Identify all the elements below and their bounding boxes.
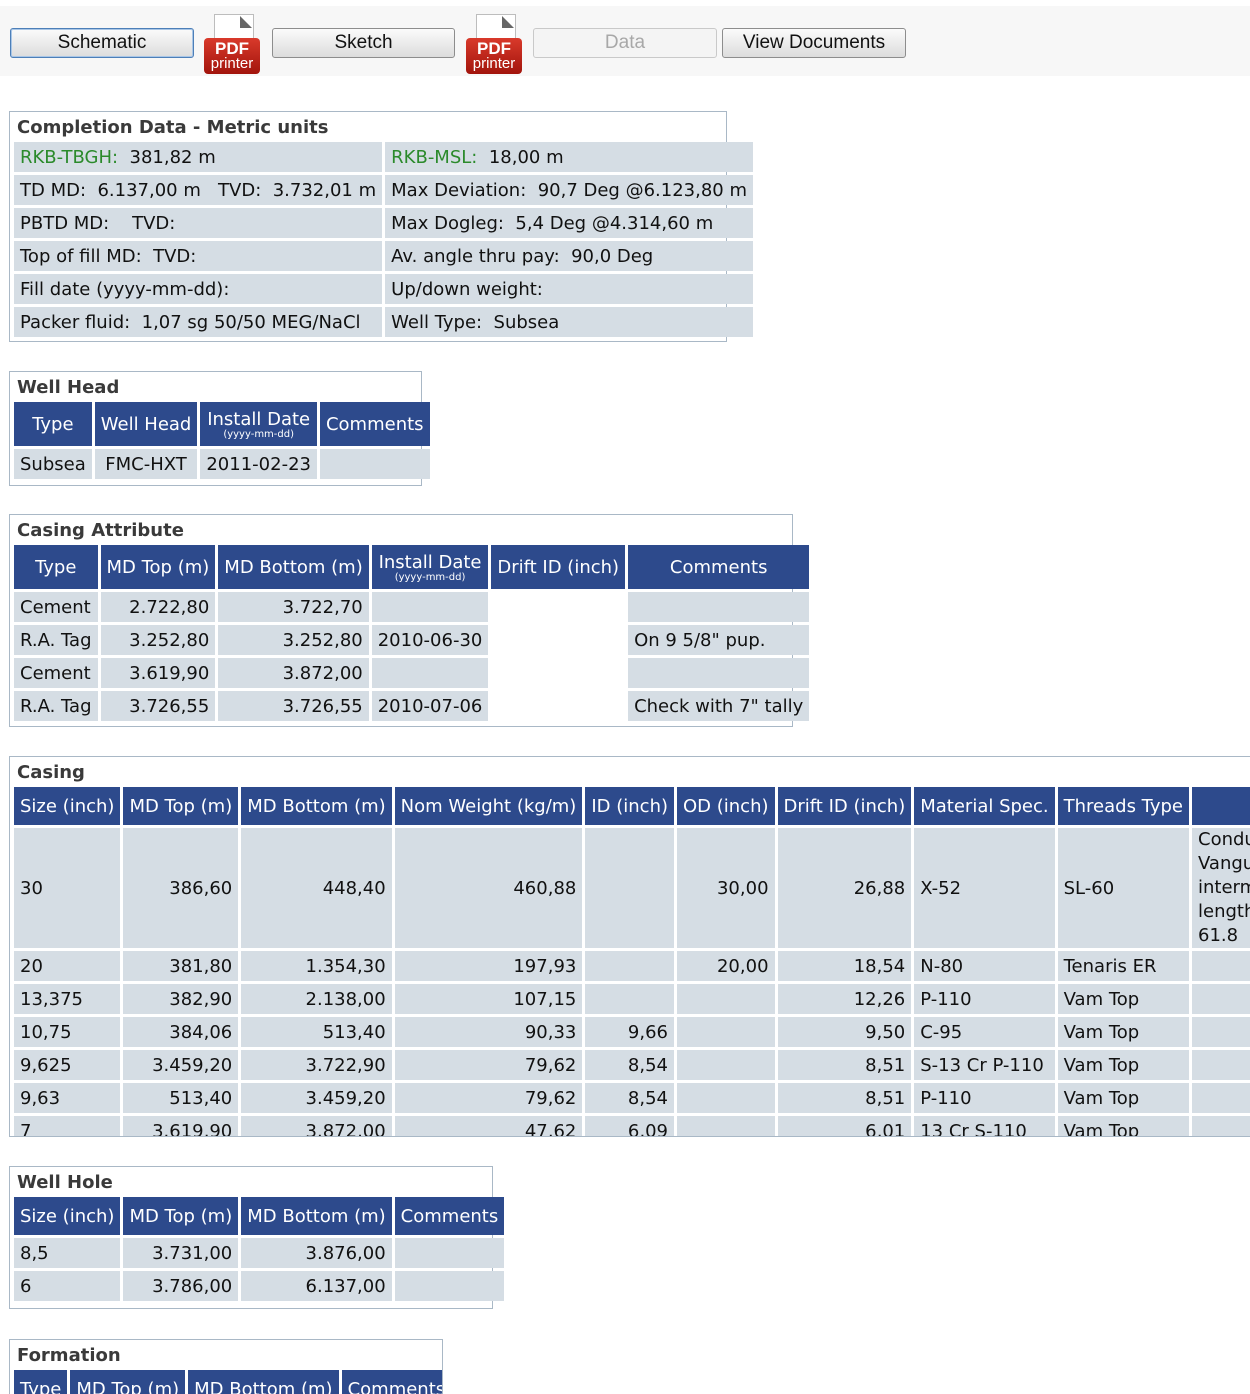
col-type: Type	[14, 1370, 68, 1394]
table-row: Subsea FMC-HXT 2011-02-23	[14, 449, 430, 479]
col-md-top: MD Top (m)	[123, 1197, 239, 1235]
table-row: R.A. Tag 3.726,55 3.726,55 2010-07-06 Ch…	[14, 691, 810, 721]
table-row: 9,63 513,40 3.459,20 79,62 8,54 8,51 P-1…	[14, 1083, 1250, 1113]
casing-table: Size (inch) MD Top (m) MD Bottom (m) Nom…	[11, 784, 1250, 1136]
rkb-msl-label: RKB-MSL:	[391, 146, 478, 168]
completion-cell: Top of fill MD: TVD:	[14, 241, 383, 271]
col-well-head: Well Head	[94, 402, 198, 446]
col-comments: Comments	[341, 1370, 442, 1394]
col-od: OD (inch)	[677, 787, 775, 825]
col-comments	[1192, 787, 1250, 825]
table-row: Cement 3.619,90 3.872,00	[14, 658, 810, 688]
well-hole-table: Size (inch) MD Top (m) MD Bottom (m) Com…	[11, 1194, 507, 1304]
completion-cell: Up/down weight:	[385, 274, 753, 304]
table-row: 7 3.619,90 3.872,00 47,62 6,09 6,01 13 C…	[14, 1116, 1250, 1136]
panel-title: Casing	[17, 762, 85, 783]
table-row: R.A. Tag 3.252,80 3.252,80 2010-06-30 On…	[14, 625, 810, 655]
printer-label: printer	[472, 55, 516, 72]
panel-title: Well Head	[17, 377, 120, 398]
printer-label: printer	[210, 55, 254, 72]
table-header-row: Size (inch) MD Top (m) MD Bottom (m) Nom…	[14, 787, 1250, 825]
col-md-top: MD Top (m)	[100, 545, 216, 589]
col-type: Type	[14, 545, 98, 589]
table-row: 8,5 3.731,00 3.876,00	[14, 1238, 505, 1268]
completion-cell: Max Deviation: 90,7 Deg @6.123,80 m	[385, 175, 753, 205]
table-header-row: Type Well Head Install Date (yyyy-mm-dd) …	[14, 402, 430, 446]
col-md-top: MD Top (m)	[70, 1370, 186, 1394]
data-button[interactable]: Data	[533, 28, 717, 58]
casing-attribute-table: Type MD Top (m) MD Bottom (m) Install Da…	[11, 542, 812, 724]
completion-cell: Well Type: Subsea	[385, 307, 753, 337]
col-threads-type: Threads Type	[1057, 787, 1190, 825]
col-id: ID (inch)	[585, 787, 674, 825]
sketch-button[interactable]: Sketch	[272, 28, 455, 58]
table-header-row: Type MD Top (m) MD Bottom (m) Install Da…	[14, 545, 810, 589]
completion-cell: Fill date (yyyy-mm-dd):	[14, 274, 383, 304]
col-md-bottom: MD Bottom (m)	[218, 545, 369, 589]
col-drift-id: Drift ID (inch)	[491, 545, 626, 589]
casing-attribute-panel: Casing Attribute Type MD Top (m) MD Bott…	[9, 514, 810, 727]
completion-cell: Av. angle thru pay: 90,0 Deg	[385, 241, 753, 271]
pdf-label: PDF	[477, 39, 511, 58]
completion-data-panel: Completion Data - Metric units RKB-TBGH:…	[9, 111, 753, 342]
pdf-label: PDF	[215, 39, 249, 58]
table-row: 20 381,80 1.354,30 197,93 20,00 18,54 N-…	[14, 951, 1250, 981]
well-head-panel: Well Head Type Well Head Install Date (yy…	[9, 371, 430, 486]
table-row: TD MD: 6.137,00 m TVD: 3.732,01 m Max De…	[14, 175, 753, 205]
col-install-date: Install Date (yyyy-mm-dd)	[371, 545, 489, 589]
col-comments: Comments	[319, 402, 430, 446]
panel-title: Completion Data - Metric units	[17, 117, 329, 138]
table-row: PBTD MD: TVD: Max Dogleg: 5,4 Deg @4.314…	[14, 208, 753, 238]
col-md-bottom: MD Bottom (m)	[241, 787, 392, 825]
rkb-msl-value: 18,00 m	[488, 146, 564, 168]
table-row: Fill date (yyyy-mm-dd): Up/down weight:	[14, 274, 753, 304]
panel-title: Formation	[17, 1345, 121, 1366]
col-material-spec: Material Spec.	[914, 787, 1055, 825]
table-row: Top of fill MD: TVD: Av. angle thru pay:…	[14, 241, 753, 271]
completion-cell: Packer fluid: 1,07 sg 50/50 MEG/NaCl	[14, 307, 383, 337]
col-install-date: Install Date (yyyy-mm-dd)	[200, 402, 317, 446]
table-row: RKB-TBGH: 381,82 m RKB-MSL: 18,00 m	[14, 142, 753, 172]
completion-cell: Max Dogleg: 5,4 Deg @4.314,60 m	[385, 208, 753, 238]
rkb-tbgh-value: 381,82 m	[129, 146, 216, 168]
table-row: 9,625 3.459,20 3.722,90 79,62 8,54 8,51 …	[14, 1050, 1250, 1080]
col-md-bottom: MD Bottom (m)	[241, 1197, 392, 1235]
col-comments: Comments	[628, 545, 810, 589]
rkb-tbgh-label: RKB-TBGH:	[20, 146, 119, 168]
table-row: Packer fluid: 1,07 sg 50/50 MEG/NaCl Wel…	[14, 307, 753, 337]
col-md-top: MD Top (m)	[123, 787, 239, 825]
view-documents-button[interactable]: View Documents	[722, 28, 906, 58]
panel-title: Well Hole	[17, 1172, 113, 1193]
completion-cell: PBTD MD: TVD:	[14, 208, 383, 238]
well-head-table: Type Well Head Install Date (yyyy-mm-dd) …	[11, 399, 433, 482]
table-row: 30 386,60 448,40 460,88 30,00 26,88 X-52…	[14, 828, 1250, 948]
col-size: Size (inch)	[14, 787, 121, 825]
table-header-row: Size (inch) MD Top (m) MD Bottom (m) Com…	[14, 1197, 505, 1235]
formation-panel: Formation Type MD Top (m) MD Bottom (m) …	[9, 1339, 443, 1394]
well-hole-panel: Well Hole Size (inch) MD Top (m) MD Bott…	[9, 1166, 505, 1309]
col-comments: Comments	[394, 1197, 505, 1235]
pdf-printer-schematic-icon[interactable]: PDF printer	[204, 14, 262, 74]
table-row: Cement 2.722,80 3.722,70	[14, 592, 810, 622]
table-header-row: Type MD Top (m) MD Bottom (m) Comments	[14, 1370, 442, 1394]
pdf-printer-sketch-icon[interactable]: PDF printer	[466, 14, 524, 74]
completion-table: RKB-TBGH: 381,82 m RKB-MSL: 18,00 m TD M…	[11, 139, 756, 340]
table-row: 6 3.786,00 6.137,00	[14, 1271, 505, 1301]
formation-table: Type MD Top (m) MD Bottom (m) Comments	[11, 1367, 442, 1394]
casing-panel: Casing Size (inch) MD Top (m) MD Bottom …	[9, 756, 1250, 1137]
col-drift-id: Drift ID (inch)	[777, 787, 912, 825]
toolbar: Schematic PDF printer Sketch PDF printer…	[0, 6, 1250, 76]
col-size: Size (inch)	[14, 1197, 121, 1235]
table-row: 10,75 384,06 513,40 90,33 9,66 9,50 C-95…	[14, 1017, 1250, 1047]
col-nom-weight: Nom Weight (kg/m)	[394, 787, 583, 825]
col-md-bottom: MD Bottom (m)	[188, 1370, 339, 1394]
schematic-button[interactable]: Schematic	[10, 28, 194, 58]
col-type: Type	[14, 402, 92, 446]
completion-cell: TD MD: 6.137,00 m TVD: 3.732,01 m	[14, 175, 383, 205]
panel-title: Casing Attribute	[17, 520, 184, 541]
table-row: 13,375 382,90 2.138,00 107,15 12,26 P-11…	[14, 984, 1250, 1014]
